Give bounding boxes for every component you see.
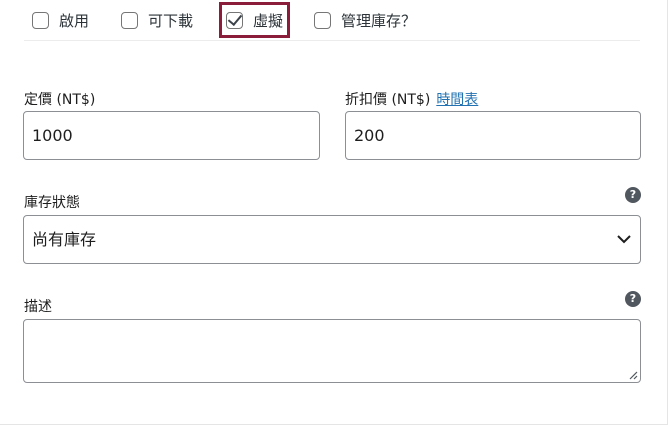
schedule-link[interactable]: 時間表	[436, 92, 478, 108]
sale-price-input[interactable]: 200	[345, 111, 641, 160]
option-manage-stock[interactable]: 管理庫存？	[314, 8, 416, 32]
enabled-label: 啟用	[59, 11, 90, 30]
stock-status-value: 尚有庫存	[32, 230, 97, 249]
resize-handle-icon[interactable]	[628, 370, 638, 380]
chevron-down-icon	[616, 232, 632, 248]
help-icon[interactable]: ?	[625, 291, 641, 307]
downloadable-label: 可下載	[148, 11, 194, 30]
stock-status-label: 庫存狀態	[24, 195, 80, 211]
manage-stock-checkbox[interactable]	[314, 11, 331, 29]
sale-price-label: 折扣價 (NT$)	[345, 92, 431, 108]
option-downloadable[interactable]: 可下載	[121, 8, 193, 32]
product-data-panel: 啟用 可下載 虛擬 管理庫存？ 定價 (NT$) 1000 折扣價 (NT$) 時…	[0, 0, 668, 425]
regular-price-label: 定價 (NT$)	[24, 92, 96, 108]
description-textarea[interactable]	[23, 319, 641, 383]
manage-stock-label: 管理庫存？	[341, 11, 417, 30]
product-type-options: 啟用 可下載 虛擬 管理庫存？	[0, 0, 668, 41]
description-label: 描述	[24, 299, 52, 315]
options-divider	[24, 40, 640, 41]
enabled-checkbox[interactable]	[32, 11, 49, 29]
stock-status-select[interactable]: 尚有庫存	[23, 215, 641, 264]
regular-price-input[interactable]: 1000	[23, 111, 320, 160]
option-enabled[interactable]: 啟用	[32, 8, 89, 32]
help-icon[interactable]: ?	[625, 187, 641, 203]
sale-price-label-row: 折扣價 (NT$) 時間表	[345, 89, 478, 109]
virtual-highlight-box	[219, 2, 290, 38]
downloadable-checkbox[interactable]	[121, 11, 138, 29]
